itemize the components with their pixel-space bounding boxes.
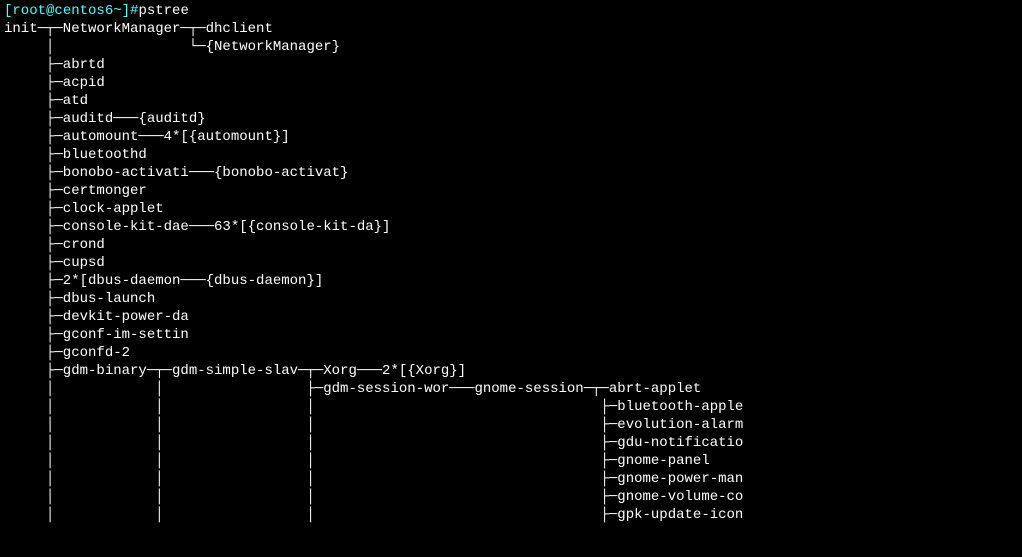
- pstree-line: │ │ ├─gdm-session-wor───gnome-session─┬─…: [4, 381, 701, 397]
- pstree-line: │ │ │ ├─gnome-panel: [4, 453, 710, 469]
- pstree-line: │ │ │ ├─gnome-volume-co: [4, 489, 743, 505]
- pstree-line: ├─certmonger: [4, 183, 147, 199]
- pstree-line: ├─atd: [4, 93, 88, 109]
- pstree-line: ├─acpid: [4, 75, 105, 91]
- pstree-line: │ │ │ ├─bluetooth-apple: [4, 399, 743, 415]
- prompt-host: centos6: [54, 3, 113, 19]
- pstree-line: ├─gdm-binary─┬─gdm-simple-slav─┬─Xorg───…: [4, 363, 466, 379]
- pstree-line: ├─bonobo-activati───{bonobo-activat}: [4, 165, 348, 181]
- pstree-line: │ └─{NetworkManager}: [4, 39, 340, 55]
- pstree-line: ├─dbus-launch: [4, 291, 155, 307]
- pstree-line: ├─clock-applet: [4, 201, 164, 217]
- pstree-line: ├─devkit-power-da: [4, 309, 189, 325]
- pstree-line: ├─gconfd-2: [4, 345, 130, 361]
- pstree-line: ├─crond: [4, 237, 105, 253]
- prompt-close-bracket: ]: [122, 3, 130, 19]
- pstree-line: ├─cupsd: [4, 255, 105, 271]
- pstree-line: ├─2*[dbus-daemon───{dbus-daemon}]: [4, 273, 323, 289]
- pstree-line: ├─bluetoothd: [4, 147, 147, 163]
- prompt-tilde: ~: [113, 3, 121, 19]
- pstree-line: ├─gconf-im-settin: [4, 327, 189, 343]
- pstree-line: ├─abrtd: [4, 57, 105, 73]
- command-text: pstree: [138, 3, 188, 19]
- pstree-line: init─┬─NetworkManager─┬─dhclient: [4, 21, 273, 37]
- terminal-output: [root@centos6~]#pstree init─┬─NetworkMan…: [0, 0, 1022, 526]
- pstree-line: │ │ │ ├─gdu-notificatio: [4, 435, 743, 451]
- prompt-user: root: [12, 3, 46, 19]
- pstree-line: │ │ │ ├─gnome-power-man: [4, 471, 743, 487]
- pstree-line: │ │ │ ├─evolution-alarm: [4, 417, 743, 433]
- pstree-line: ├─automount───4*[{automount}]: [4, 129, 290, 145]
- pstree-line: ├─console-kit-dae───63*[{console-kit-da}…: [4, 219, 390, 235]
- pstree-line: │ │ │ ├─gpk-update-icon: [4, 507, 743, 523]
- pstree-line: ├─auditd───{auditd}: [4, 111, 206, 127]
